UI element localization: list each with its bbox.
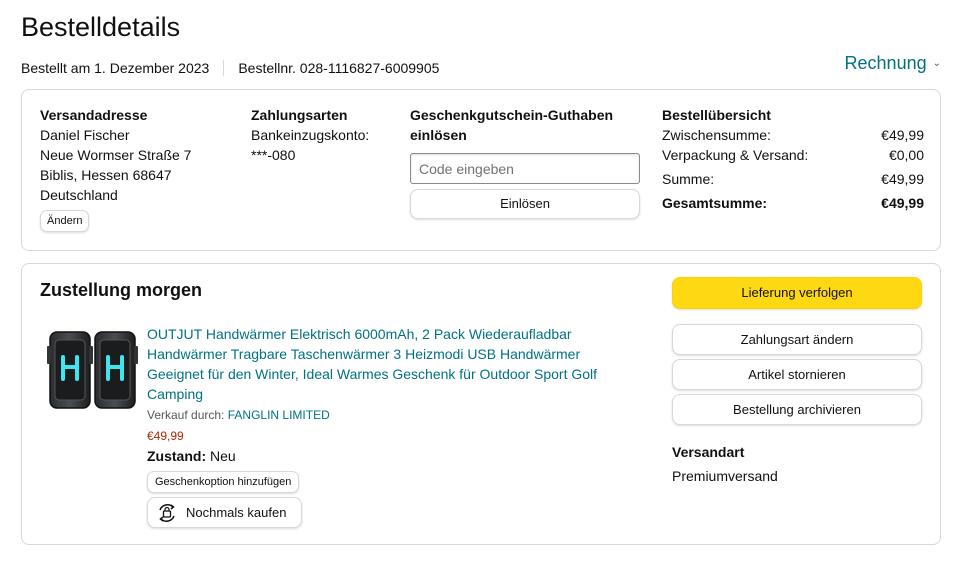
shipping-cost-label: Verpackung & Versand: [662, 147, 809, 163]
condition-value: Neu [210, 448, 236, 464]
seller-line: Verkauf durch: FANGLIN LIMITED [147, 406, 622, 424]
shipping-address-heading: Versandadresse [40, 107, 148, 123]
gift-card-section: Geschenkgutschein-Guthaben einlösen Einl… [410, 105, 642, 219]
track-delivery-button[interactable]: Lieferung verfolgen [672, 277, 922, 309]
grand-total-row: Gesamtsumme: €49,99 [662, 193, 924, 213]
subtotal-value: €49,99 [881, 127, 924, 143]
page-title: Bestelldetails [21, 12, 181, 42]
subtotal-label: Zwischensumme: [662, 127, 771, 143]
product-condition: Zustand: Neu [147, 446, 622, 466]
address-line: Daniel Fischer [40, 127, 130, 143]
shipping-cost-row: Verpackung & Versand: €0,00 [662, 145, 924, 165]
meta-divider [223, 60, 225, 76]
buy-again-icon [159, 503, 175, 522]
shipping-address-section: Versandadresse Daniel Fischer Neue Worms… [40, 105, 240, 232]
payment-method: Bankeinzugskonto: [251, 127, 370, 143]
cancel-item-button[interactable]: Artikel stornieren [672, 359, 922, 390]
shipping-method-label: Versandart [672, 444, 745, 460]
invoice-label: Rechnung [844, 53, 927, 73]
product-image[interactable] [47, 328, 139, 412]
order-overview-section: Bestellübersicht Zwischensumme: €49,99 V… [662, 105, 924, 213]
delivery-status-title: Zustellung morgen [40, 280, 202, 300]
buy-again-button[interactable]: Nochmals kaufen [147, 497, 302, 528]
redeem-button[interactable]: Einlösen [410, 189, 640, 219]
seller-link[interactable]: FANGLIN LIMITED [228, 408, 330, 422]
address-line: Biblis, Hessen 68647 [40, 167, 172, 183]
shipping-method-value: Premiumversand [672, 468, 778, 484]
delivery-card: Zustellung morgen OUTJUT Handwärmer Elek… [21, 263, 941, 545]
order-actions: Lieferung verfolgen Zahlungsart ändern A… [672, 277, 922, 486]
product-title-link[interactable]: OUTJUT Handwärmer Elektrisch 6000mAh, 2 … [147, 324, 622, 404]
payment-account: ***-080 [251, 147, 296, 163]
chevron-down-icon: ⌄ [932, 58, 941, 69]
archive-order-button[interactable]: Bestellung archivieren [672, 394, 922, 425]
payment-heading: Zahlungsarten [251, 107, 348, 123]
grand-total-label: Gesamtsumme: [662, 195, 768, 211]
gift-code-input[interactable] [410, 153, 640, 184]
subtotal-row: Zwischensumme: €49,99 [662, 125, 924, 145]
change-payment-button[interactable]: Zahlungsart ändern [672, 324, 922, 355]
product-info: OUTJUT Handwärmer Elektrisch 6000mAh, 2 … [147, 324, 622, 528]
hand-warmer-image [47, 331, 138, 409]
order-overview-heading: Bestellübersicht [662, 107, 771, 123]
seller-prefix: Verkauf durch: [147, 408, 225, 422]
add-gift-option-button[interactable]: Geschenkoption hinzufügen [147, 471, 300, 493]
payment-section: Zahlungsarten Bankeinzugskonto: ***-080 [251, 105, 401, 165]
grand-total-value: €49,99 [881, 195, 924, 211]
address-line: Neue Wormser Straße 7 [40, 147, 192, 163]
address-line: Deutschland [40, 187, 118, 203]
order-number: Bestellnr. 028-1116827-6009905 [238, 60, 440, 76]
sum-value: €49,99 [881, 171, 924, 187]
order-date: Bestellt am 1. Dezember 2023 [21, 60, 210, 76]
order-meta: Bestellt am 1. Dezember 2023 Bestellnr. … [21, 60, 439, 76]
shipping-cost-value: €0,00 [888, 147, 924, 163]
change-address-button[interactable]: Ändern [40, 210, 90, 232]
product-price: €49,99 [147, 429, 184, 443]
sum-row: Summe: €49,99 [662, 169, 924, 189]
buy-again-label: Nochmals kaufen [186, 505, 287, 520]
invoice-dropdown[interactable]: Rechnung ⌄ [845, 53, 941, 74]
order-summary-card: Versandadresse Daniel Fischer Neue Worms… [21, 89, 941, 251]
sum-label: Summe: [662, 171, 715, 187]
gift-card-heading: Geschenkgutschein-Guthaben einlösen [410, 107, 614, 143]
condition-label: Zustand: [147, 448, 207, 464]
